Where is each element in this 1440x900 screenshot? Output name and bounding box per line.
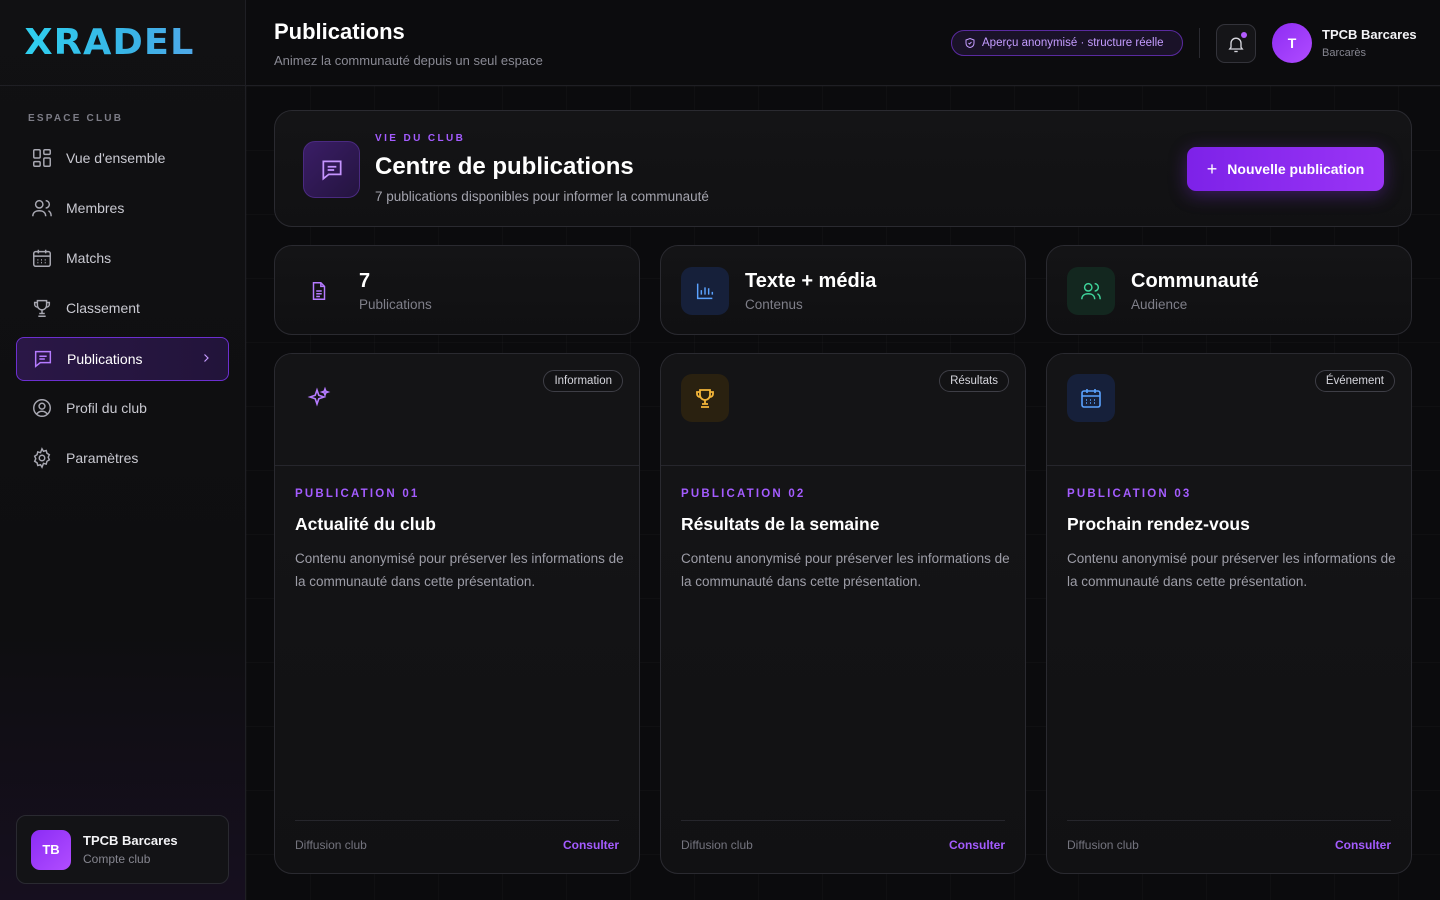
sidebar-item-matches[interactable]: Matchs xyxy=(16,236,229,280)
stat-label: Contenus xyxy=(745,297,803,312)
stat-value: Texte + média xyxy=(745,270,877,292)
card-header: Information xyxy=(275,354,639,466)
card-kicker: PUBLICATION 01 xyxy=(295,488,420,500)
category-badge: Information xyxy=(543,370,623,392)
shield-icon xyxy=(964,37,976,49)
stat-card-publications: 7 Publications xyxy=(274,245,640,335)
sidebar-item-label: Classement xyxy=(66,300,140,316)
card-title: Actualité du club xyxy=(295,514,436,534)
card-title: Résultats de la semaine xyxy=(681,514,880,534)
stat-card-audience: Communauté Audience xyxy=(1046,245,1412,335)
sidebar-item-label: Vue d'ensemble xyxy=(66,150,166,166)
publications-hero: VIE DU CLUB Centre de publications 7 pub… xyxy=(274,110,1412,227)
users-icon xyxy=(30,196,54,220)
user-circle-icon xyxy=(30,396,54,420)
card-footer-label: Diffusion club xyxy=(295,838,367,852)
hero-title: Centre de publications xyxy=(375,153,634,180)
stat-label: Audience xyxy=(1131,297,1188,312)
notifications-button[interactable] xyxy=(1216,24,1256,63)
card-footer-label: Diffusion club xyxy=(681,838,753,852)
plus-icon: + xyxy=(1206,158,1218,179)
publication-card[interactable]: Résultats PUBLICATION 02 Résultats de la… xyxy=(660,353,1026,874)
sparkles-icon xyxy=(295,374,343,422)
category-badge: Événement xyxy=(1314,370,1395,392)
card-kicker: PUBLICATION 03 xyxy=(1067,488,1192,500)
user-avatar[interactable]: T xyxy=(1272,23,1312,63)
top-header: Publications Animez la communauté depuis… xyxy=(246,0,1440,86)
card-divider xyxy=(681,820,1005,821)
message-icon xyxy=(31,347,55,371)
consult-link[interactable]: Consulter xyxy=(949,838,1005,852)
sidebar-item-label: Paramètres xyxy=(66,450,139,466)
grid-icon xyxy=(30,146,54,170)
card-body: Contenu anonymisé pour préserver les inf… xyxy=(1067,551,1396,589)
sidebar-item-overview[interactable]: Vue d'ensemble xyxy=(16,136,229,180)
sidebar: XRADEL ESPACE CLUB Vue d'ensemble Membre… xyxy=(0,0,246,900)
users-icon xyxy=(1067,267,1115,315)
hero-kicker: VIE DU CLUB xyxy=(375,133,466,144)
sidebar-item-label: Matchs xyxy=(66,250,112,266)
sidebar-item-label: Profil du club xyxy=(66,400,147,416)
card-divider xyxy=(295,820,619,821)
club-name: TPCB Barcares xyxy=(83,833,178,848)
card-kicker: PUBLICATION 02 xyxy=(681,488,806,500)
card-header: Événement xyxy=(1047,354,1411,466)
sidebar-section-title: ESPACE CLUB xyxy=(28,113,124,124)
sidebar-item-publications[interactable]: Publications xyxy=(16,337,229,381)
sidebar-item-label: Membres xyxy=(66,200,125,216)
message-icon xyxy=(303,141,360,198)
main-content: VIE DU CLUB Centre de publications 7 pub… xyxy=(246,86,1440,900)
page-subtitle: Animez la communauté depuis un seul espa… xyxy=(274,53,543,68)
club-avatar: TB xyxy=(31,829,71,870)
stat-card-contents: Texte + média Contenus xyxy=(660,245,1026,335)
new-publication-button[interactable]: + Nouvelle publication xyxy=(1187,147,1384,191)
preview-badge: Aperçu anonymisé · structure réelle xyxy=(951,30,1183,56)
sidebar-item-label: Publications xyxy=(67,351,143,367)
sidebar-item-settings[interactable]: Paramètres xyxy=(16,436,229,480)
sidebar-item-ranking[interactable]: Classement xyxy=(16,286,229,330)
gear-icon xyxy=(30,446,54,470)
stat-label: Publications xyxy=(359,297,432,312)
preview-badge-label: Aperçu anonymisé · structure réelle xyxy=(982,37,1164,49)
page-title: Publications xyxy=(274,19,405,44)
user-name[interactable]: TPCB Barcares xyxy=(1322,27,1417,42)
header-divider xyxy=(1199,28,1200,58)
card-header: Résultats xyxy=(661,354,1025,466)
publication-card[interactable]: Événement PUBLICATION 03 Prochain rendez… xyxy=(1046,353,1412,874)
publication-card[interactable]: Information PUBLICATION 01 Actualité du … xyxy=(274,353,640,874)
card-divider xyxy=(1067,820,1391,821)
new-publication-label: Nouvelle publication xyxy=(1227,161,1365,177)
card-title: Prochain rendez-vous xyxy=(1067,514,1250,534)
consult-link[interactable]: Consulter xyxy=(1335,838,1391,852)
user-location: Barcarès xyxy=(1322,47,1367,59)
document-icon xyxy=(295,267,343,315)
sidebar-item-members[interactable]: Membres xyxy=(16,186,229,230)
card-body: Contenu anonymisé pour préserver les inf… xyxy=(295,551,624,589)
card-body: Contenu anonymisé pour préserver les inf… xyxy=(681,551,1010,589)
sidebar-item-club-profile[interactable]: Profil du club xyxy=(16,386,229,430)
brand-logo[interactable]: XRADEL xyxy=(24,22,194,63)
trophy-icon xyxy=(681,374,729,422)
bar-chart-icon xyxy=(681,267,729,315)
calendar-icon xyxy=(1067,374,1115,422)
stat-value: 7 xyxy=(359,270,371,292)
chevron-right-icon xyxy=(200,351,212,367)
stat-value: Communauté xyxy=(1131,270,1259,292)
card-footer-label: Diffusion club xyxy=(1067,838,1139,852)
calendar-icon xyxy=(30,246,54,270)
club-account-type: Compte club xyxy=(83,852,151,866)
hero-subtitle: 7 publications disponibles pour informer… xyxy=(375,189,709,204)
trophy-icon xyxy=(30,296,54,320)
category-badge: Résultats xyxy=(939,370,1009,392)
notification-dot xyxy=(1241,32,1247,38)
logo-area: XRADEL xyxy=(0,0,245,86)
consult-link[interactable]: Consulter xyxy=(563,838,619,852)
club-account-card[interactable]: TB TPCB Barcares Compte club xyxy=(16,815,229,884)
